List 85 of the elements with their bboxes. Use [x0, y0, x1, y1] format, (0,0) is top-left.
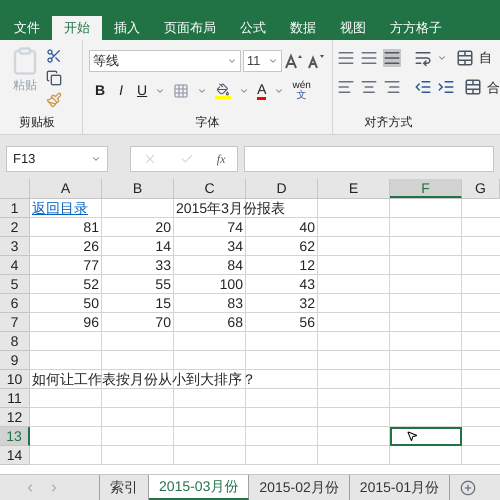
ribbon-tab[interactable]: 页面布局	[152, 16, 228, 40]
name-box[interactable]: F13	[6, 146, 108, 172]
italic-button[interactable]: I	[113, 80, 130, 101]
table-cell: 74	[227, 218, 243, 236]
row-header[interactable]: 13	[0, 427, 30, 446]
table-cell: 50	[83, 294, 99, 312]
sheet-tab[interactable]: 2015-01月份	[350, 475, 450, 500]
ribbon-tab[interactable]: 视图	[328, 16, 378, 40]
copy-icon[interactable]	[46, 70, 62, 86]
table-cell: 70	[155, 313, 171, 331]
selected-cell[interactable]	[390, 427, 462, 446]
font-color-button[interactable]: A	[257, 81, 266, 100]
sheet-tab[interactable]: 2015-02月份	[249, 475, 350, 500]
row-header[interactable]: 14	[0, 446, 30, 465]
table-cell: 55	[155, 275, 171, 293]
table-cell: 如何让工作表按月份从小到大排序？	[32, 370, 256, 388]
row-header[interactable]: 4	[0, 256, 30, 275]
ribbon-tab[interactable]: 插入	[102, 16, 152, 40]
table-cell: 68	[227, 313, 243, 331]
row-header[interactable]: 3	[0, 237, 30, 256]
table-cell: 2015年3月份报表	[176, 199, 285, 217]
column-header[interactable]: G	[462, 179, 500, 198]
hyperlink[interactable]: 返回目录	[32, 199, 88, 217]
table-cell: 56	[299, 313, 315, 331]
row-header[interactable]: 6	[0, 294, 30, 313]
table-cell: 34	[227, 237, 243, 255]
grow-font-icon[interactable]	[284, 53, 304, 69]
group-label: 字体	[194, 114, 220, 131]
row-header[interactable]: 10	[0, 370, 30, 389]
merge-icon[interactable]	[464, 78, 482, 96]
ribbon-tab[interactable]: 方方格子	[378, 16, 454, 40]
table-cell: 40	[299, 218, 315, 236]
row-header[interactable]: 2	[0, 218, 30, 237]
row-header[interactable]: 5	[0, 275, 30, 294]
table-cell: 77	[83, 256, 99, 274]
ribbon-tab[interactable]: 开始	[52, 16, 102, 40]
table-cell: 81	[83, 218, 99, 236]
column-header[interactable]: D	[246, 179, 318, 198]
table-cell: 33	[155, 256, 171, 274]
row-header[interactable]: 11	[0, 389, 30, 408]
row-header[interactable]: 9	[0, 351, 30, 370]
table-cell: 84	[227, 256, 243, 274]
cursor-icon	[406, 430, 418, 442]
table-cell: 32	[299, 294, 315, 312]
column-header[interactable]: A	[30, 179, 102, 198]
underline-button[interactable]: U	[137, 80, 148, 101]
shrink-font-icon[interactable]	[306, 53, 326, 69]
column-header[interactable]: B	[102, 179, 174, 198]
table-cell: 14	[155, 237, 171, 255]
table-cell: 83	[227, 294, 243, 312]
row-header[interactable]: 8	[0, 332, 30, 351]
group-label: 剪贴板	[18, 114, 56, 131]
table-cell: 26	[83, 237, 99, 255]
table-cell: 43	[299, 275, 315, 293]
wrap-text-label[interactable]: 自	[479, 48, 492, 68]
ribbon-tab[interactable]: 数据	[278, 16, 328, 40]
ribbon-tab[interactable]: 文件	[2, 16, 52, 40]
row-header[interactable]: 7	[0, 313, 30, 332]
table-cell: 15	[155, 294, 171, 312]
format-painter-icon[interactable]	[46, 92, 62, 108]
bottom-align-icon[interactable]	[383, 48, 401, 67]
group-label: 对齐方式	[364, 114, 414, 131]
sheet-tab[interactable]: 2015-03月份	[149, 475, 250, 500]
row-header[interactable]: 1	[0, 199, 30, 218]
column-header[interactable]: F	[390, 179, 462, 198]
bold-button[interactable]: B	[95, 80, 106, 101]
add-sheet-icon[interactable]	[460, 480, 476, 496]
table-cell: 12	[299, 256, 315, 274]
table-cell: 62	[299, 237, 315, 255]
borders-icon[interactable]	[173, 82, 190, 98]
row-header[interactable]: 12	[0, 408, 30, 427]
merge-label[interactable]: 合	[487, 78, 500, 97]
insert-function-button[interactable]: fx	[216, 150, 226, 168]
table-cell: 96	[83, 313, 99, 331]
font-size-field[interactable]: 11	[242, 50, 282, 72]
formula-field[interactable]	[244, 146, 494, 172]
fill-color-icon[interactable]	[215, 82, 232, 98]
table-cell: 20	[155, 218, 171, 236]
table-cell: 100	[220, 275, 243, 293]
font-name-field[interactable]: 等线	[89, 50, 241, 72]
table-cell: 52	[83, 275, 99, 293]
phonetic-button[interactable]: wén 文	[292, 80, 311, 100]
ribbon-tab[interactable]: 公式	[228, 16, 278, 40]
cut-icon[interactable]	[46, 48, 62, 64]
column-header[interactable]: C	[174, 179, 246, 198]
